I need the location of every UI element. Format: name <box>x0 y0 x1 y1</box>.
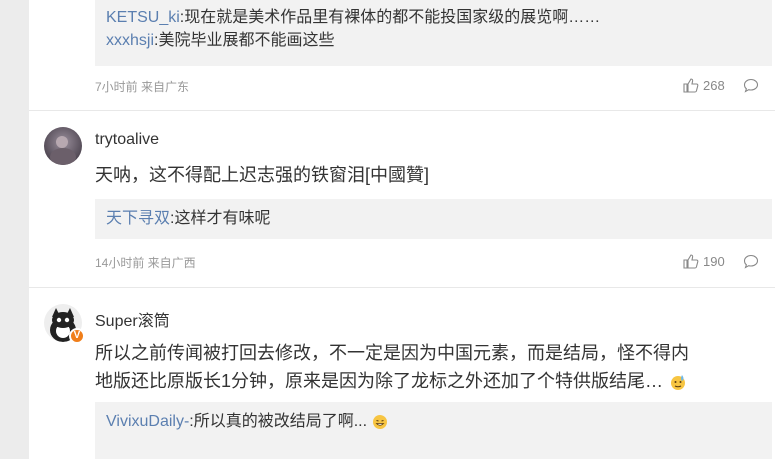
comment-meta: 7小时前 来自广东 <box>95 80 190 94</box>
avatar[interactable] <box>44 127 82 165</box>
comment-bubble-icon[interactable] <box>743 78 759 93</box>
comment-bubble-icon[interactable] <box>743 254 759 269</box>
thumbs-up-icon <box>683 78 699 93</box>
reply-box: VivixuDaily-:所以真的被改结局了啊... <box>95 402 772 459</box>
reply-item: xxxhsji:美院毕业展都不能画这些 <box>106 29 772 52</box>
verified-badge: V <box>69 328 85 344</box>
divider <box>29 287 775 288</box>
comments-panel: KETSU_ki:现在就是美术作品里有裸体的都不能投国家级的展览啊…… xxxh… <box>29 0 775 459</box>
reply-text: :这样才有味呢 <box>170 210 271 227</box>
like-button[interactable]: 190 <box>683 254 725 269</box>
sweat-emoji-icon <box>671 375 686 391</box>
reply-box: 天下寻双:这样才有味呢 <box>95 199 772 239</box>
reply-item: KETSU_ki:现在就是美术作品里有裸体的都不能投国家级的展览啊…… <box>106 6 772 29</box>
reply-username[interactable]: xxxhsji <box>106 32 154 49</box>
comment-username[interactable]: Super滚筒 <box>95 307 170 331</box>
comment-text: 天呐，这不得配上迟志强的铁窗泪[中國贊] <box>95 165 430 185</box>
comment-text: 所以之前传闻被打回去修改，不一定是因为中国元素，而是结局，怪不得内 地版还比原版… <box>95 338 770 396</box>
comment-text-line: 地版还比原版长1分钟，原来是因为除了龙标之外还加了个特供版结尾… <box>95 366 770 396</box>
reply-username[interactable]: 天下寻双 <box>106 210 170 227</box>
like-count: 268 <box>703 78 725 93</box>
comment-text-part: 地版还比原版长1分钟，原来是因为除了龙标之外还加了个特供版结尾… <box>95 371 664 391</box>
reply-username[interactable]: VivixuDaily- <box>106 413 189 430</box>
reply-username[interactable]: KETSU_ki <box>106 9 180 26</box>
reply-item: 天下寻双:这样才有味呢 <box>106 207 772 230</box>
like-count: 190 <box>703 254 725 269</box>
reply-text: :现在就是美术作品里有裸体的都不能投国家级的展览啊…… <box>179 9 601 26</box>
grin-emoji-icon <box>372 414 387 429</box>
comment-text-line: 所以之前传闻被打回去修改，不一定是因为中国元素，而是结局，怪不得内 <box>95 343 689 363</box>
like-button[interactable]: 268 <box>683 78 725 93</box>
comment-username[interactable]: trytoalive <box>95 131 159 149</box>
reply-item: VivixuDaily-:所以真的被改结局了啊... <box>106 410 772 433</box>
thumbs-up-icon <box>683 254 699 269</box>
reply-text: :美院毕业展都不能画这些 <box>154 32 335 49</box>
reply-box: KETSU_ki:现在就是美术作品里有裸体的都不能投国家级的展览啊…… xxxh… <box>95 0 772 66</box>
reply-text: :所以真的被改结局了啊... <box>189 413 368 430</box>
comment-meta: 14小时前 来自广西 <box>95 256 196 270</box>
divider <box>29 110 775 111</box>
